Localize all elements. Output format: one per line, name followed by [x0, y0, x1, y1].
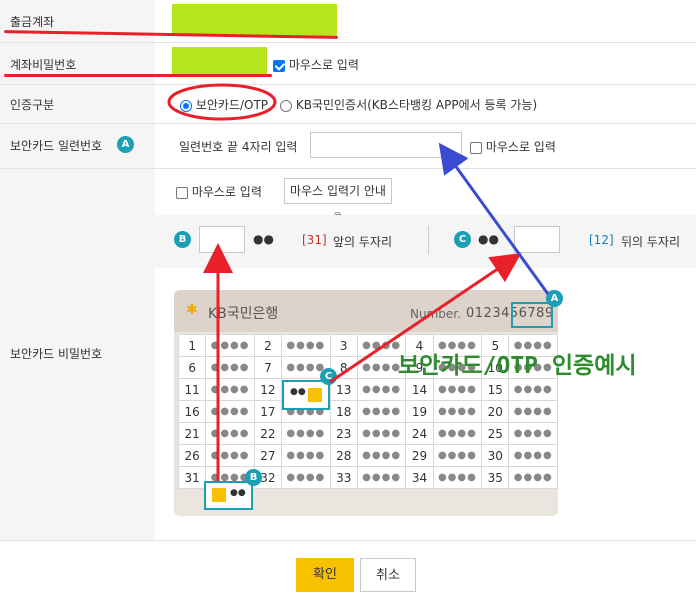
bottom-divider: [0, 540, 696, 541]
confirm-button[interactable]: 확인: [296, 558, 354, 592]
annotation-arrows: [203, 142, 550, 481]
cancel-button[interactable]: 취소: [360, 558, 416, 592]
